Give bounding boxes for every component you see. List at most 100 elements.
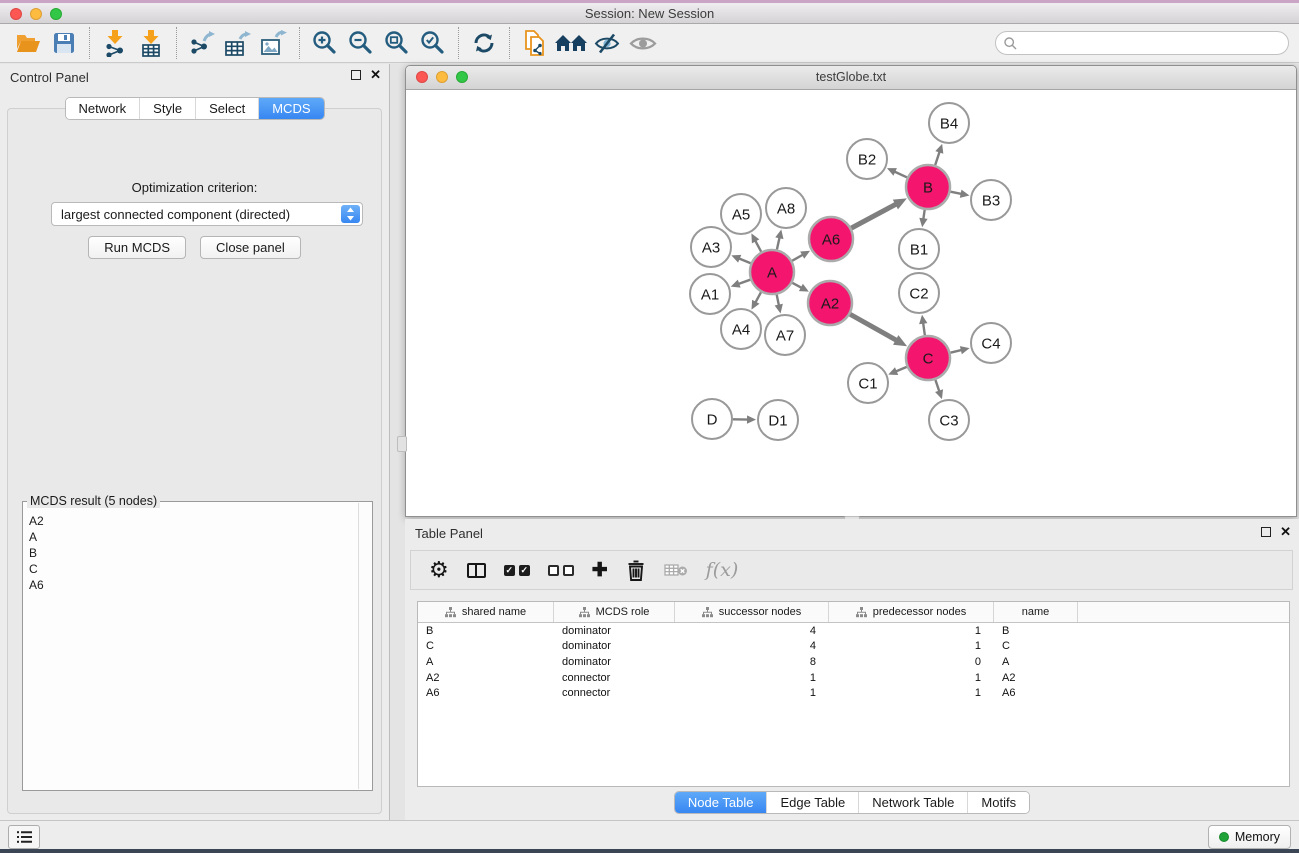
tab-style[interactable]: Style [139, 98, 195, 119]
graph-node-A4[interactable]: A4 [721, 309, 761, 349]
graph-edge[interactable] [755, 240, 761, 251]
vertical-split-handle[interactable] [397, 436, 407, 452]
delete-table-icon[interactable] [664, 555, 688, 585]
table-row[interactable]: A2connector11A2 [418, 670, 1289, 686]
open-folder-icon[interactable] [10, 27, 46, 59]
close-table-panel-icon[interactable]: ✕ [1280, 526, 1291, 538]
eye-icon[interactable] [625, 27, 661, 59]
graph-node-A7[interactable]: A7 [765, 315, 805, 355]
graph-node-B3[interactable]: B3 [971, 180, 1011, 220]
mcds-result-item[interactable]: A2 [23, 512, 358, 528]
graph-node-B1[interactable]: B1 [899, 229, 939, 269]
graph-node-A2[interactable]: A2 [808, 281, 852, 325]
tab-network[interactable]: Network [65, 98, 139, 119]
tab-node-table[interactable]: Node Table [675, 792, 767, 813]
add-column-icon[interactable]: ✚ [592, 555, 608, 585]
graph-edge[interactable] [951, 192, 962, 194]
mcds-list-scrollbar[interactable] [358, 503, 371, 789]
graph-edge[interactable] [777, 237, 780, 249]
graph-edge[interactable] [739, 258, 751, 263]
graph-edge[interactable] [894, 172, 907, 178]
graph-node-D1[interactable]: D1 [758, 400, 798, 440]
graph-node-C3[interactable]: C3 [929, 400, 969, 440]
import-network-icon[interactable] [97, 27, 133, 59]
column-header-mcds-role[interactable]: MCDS role [554, 602, 675, 622]
graph-edge[interactable] [923, 323, 925, 336]
column-header-shared-name[interactable]: shared name [418, 602, 554, 622]
network-window-titlebar[interactable]: testGlobe.txt [406, 66, 1296, 90]
task-history-button[interactable] [8, 825, 40, 849]
graph-edge[interactable] [896, 367, 907, 372]
graph-edge[interactable] [755, 292, 761, 302]
tab-network-table[interactable]: Network Table [858, 792, 967, 813]
graph-edge[interactable] [950, 350, 961, 353]
zoom-out-icon[interactable] [343, 27, 379, 59]
graph-edge[interactable] [792, 255, 803, 261]
graph-edge[interactable] [850, 314, 897, 340]
close-panel-icon[interactable]: ✕ [370, 69, 381, 81]
import-table-icon[interactable] [133, 27, 169, 59]
zoom-selected-icon[interactable] [415, 27, 451, 59]
graph-node-C[interactable]: C [906, 336, 950, 380]
float-table-panel-icon[interactable] [1261, 527, 1271, 537]
graph-node-B[interactable]: B [906, 165, 950, 209]
graph-node-C4[interactable]: C4 [971, 323, 1011, 363]
graph-node-D[interactable]: D [692, 399, 732, 439]
search-field[interactable] [995, 31, 1289, 55]
table-row[interactable]: Adominator80A [418, 654, 1289, 670]
function-builder-icon[interactable]: f(x) [706, 555, 739, 585]
graph-node-C1[interactable]: C1 [848, 363, 888, 403]
graph-edge[interactable] [777, 295, 779, 306]
tab-motifs[interactable]: Motifs [967, 792, 1029, 813]
graph-edge[interactable] [935, 152, 939, 166]
column-header-successor-nodes[interactable]: successor nodes [675, 602, 829, 622]
graph-node-A1[interactable]: A1 [690, 274, 730, 314]
export-network-icon[interactable] [184, 27, 220, 59]
memory-button[interactable]: Memory [1208, 825, 1291, 849]
graph-node-B2[interactable]: B2 [847, 139, 887, 179]
trash-icon[interactable] [626, 555, 646, 585]
graph-edge[interactable] [738, 280, 750, 284]
select-all-icon[interactable]: ✓✓ [504, 555, 530, 585]
table-row[interactable]: Cdominator41C [418, 639, 1289, 655]
search-input[interactable] [1022, 33, 1280, 55]
gear-icon[interactable]: ⚙ [429, 555, 449, 585]
graph-node-A5[interactable]: A5 [721, 194, 761, 234]
tab-select[interactable]: Select [195, 98, 258, 119]
graph-edge[interactable] [851, 204, 896, 228]
zoom-fit-icon[interactable] [379, 27, 415, 59]
deselect-all-icon[interactable] [548, 555, 574, 585]
table-row[interactable]: Bdominator41B [418, 623, 1289, 639]
mcds-result-item[interactable]: A6 [23, 576, 358, 592]
float-panel-icon[interactable] [351, 70, 361, 80]
duplicate-network-icon[interactable] [517, 27, 553, 59]
split-columns-icon[interactable] [467, 555, 486, 585]
mcds-result-item[interactable]: B [23, 544, 358, 560]
graph-node-A[interactable]: A [750, 250, 794, 294]
mcds-result-item[interactable]: C [23, 560, 358, 576]
refresh-icon[interactable] [466, 27, 502, 59]
houses-icon[interactable] [553, 27, 589, 59]
hide-graphics-icon[interactable] [589, 27, 625, 59]
tab-edge-table[interactable]: Edge Table [766, 792, 858, 813]
graph-node-A3[interactable]: A3 [691, 227, 731, 267]
export-table-icon[interactable] [220, 27, 256, 59]
graph-node-A6[interactable]: A6 [809, 217, 853, 261]
export-image-icon[interactable] [256, 27, 292, 59]
column-header-name[interactable]: name [994, 602, 1078, 622]
graph-edge[interactable] [923, 210, 924, 220]
close-panel-button[interactable]: Close panel [200, 236, 301, 259]
column-header-predecessor-nodes[interactable]: predecessor nodes [829, 602, 994, 622]
graph-edge[interactable] [792, 283, 801, 288]
mcds-result-item[interactable]: A [23, 528, 358, 544]
graph-node-B4[interactable]: B4 [929, 103, 969, 143]
network-canvas[interactable]: B4 B2 B B3 A8A5 A6 A3 B1 A A1 C2 A2 A4A7 C4 C C1 C3 D D1 [407, 90, 1295, 515]
tab-mcds[interactable]: MCDS [258, 98, 323, 119]
save-icon[interactable] [46, 27, 82, 59]
run-mcds-button[interactable]: Run MCDS [88, 236, 186, 259]
graph-node-C2[interactable]: C2 [899, 273, 939, 313]
graph-edge[interactable] [935, 380, 939, 392]
graph-node-A8[interactable]: A8 [766, 188, 806, 228]
criterion-select[interactable]: largest connected component (directed) [51, 202, 363, 226]
table-row[interactable]: A6connector11A6 [418, 685, 1289, 701]
